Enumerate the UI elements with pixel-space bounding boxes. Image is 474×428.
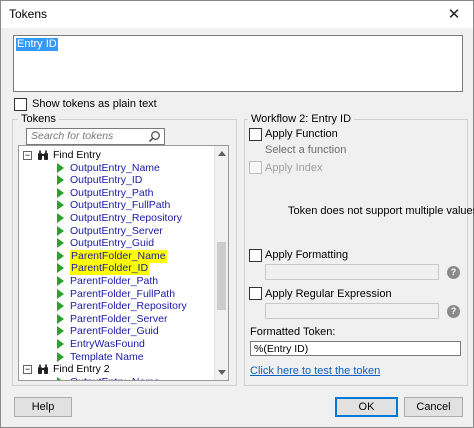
show-plain-text-checkbox[interactable] <box>14 98 27 111</box>
token-search-input[interactable]: Search for tokens <box>26 128 165 145</box>
select-function-text: Select a function <box>265 144 347 156</box>
token-arrow-icon <box>57 187 64 198</box>
cancel-button[interactable]: Cancel <box>404 397 463 417</box>
scroll-down-arrow[interactable] <box>218 370 226 375</box>
apply-function-checkbox[interactable] <box>249 128 262 141</box>
tree-token-label: OutputEntry_Path <box>70 186 154 199</box>
formatting-help-icon[interactable]: ? <box>447 266 460 279</box>
token-arrow-icon <box>57 301 64 312</box>
binoculars-icon <box>38 364 48 375</box>
tree-token-item[interactable]: OutputEntry_ID <box>19 174 215 187</box>
tree-token-item[interactable]: ParentFolder_Guid <box>19 325 215 338</box>
selected-token-text[interactable]: Entry ID <box>16 38 58 51</box>
collapse-toggle-icon[interactable]: − <box>23 365 32 375</box>
tree-token-item[interactable]: OutputEntry_Name <box>19 161 215 175</box>
formatted-token-field[interactable]: %(Entry ID) <box>250 341 461 356</box>
tree-token-item[interactable]: OutputEntry_FullPath <box>19 199 215 212</box>
tree-token-item[interactable]: ParentFolder_Server <box>19 312 215 326</box>
tree-token-label: ParentFolder_FullPath <box>70 287 176 300</box>
title-bar: Tokens ✕ <box>1 1 473 28</box>
tree-token-label: ParentFolder_Name <box>70 249 167 263</box>
test-token-link[interactable]: Click here to test the token <box>250 365 380 377</box>
tree-token-item[interactable]: ParentFolder_FullPath <box>19 287 215 301</box>
tree-token-item[interactable]: OutputEntry_Name <box>19 376 215 380</box>
token-arrow-icon <box>57 213 64 223</box>
token-arrow-icon <box>57 276 64 286</box>
tree-token-label: Template Name <box>70 350 144 363</box>
tree-vertical-scrollbar[interactable] <box>214 146 228 380</box>
apply-index-checkbox[interactable] <box>249 161 262 174</box>
tree-token-item[interactable]: Template Name <box>19 350 215 364</box>
tree-group-label: Find Entry <box>53 149 101 161</box>
token-arrow-icon <box>57 351 64 362</box>
multiple-values-message: Token does not support multiple values. <box>288 205 474 217</box>
tree-token-item[interactable]: ParentFolder_Repository <box>19 300 215 313</box>
token-arrow-icon <box>57 339 64 349</box>
search-icon[interactable] <box>148 130 161 143</box>
token-arrow-icon <box>57 263 64 274</box>
token-arrow-icon <box>57 200 64 211</box>
tree-token-label: ParentFolder_Path <box>70 275 159 287</box>
tree-token-label: OutputEntry_FullPath <box>70 199 171 212</box>
ok-button[interactable]: OK <box>335 397 398 417</box>
close-button[interactable]: ✕ <box>441 3 467 25</box>
tree-token-item[interactable]: ParentFolder_Path <box>19 275 215 288</box>
token-arrow-icon <box>57 313 64 324</box>
regex-input[interactable] <box>265 303 439 319</box>
tree-token-label: ParentFolder_Repository <box>70 300 187 313</box>
tokens-dialog: Tokens ✕ Entry ID Show tokens as plain t… <box>0 0 474 428</box>
apply-formatting-label[interactable]: Apply Formatting <box>265 249 348 261</box>
tree-group-node[interactable]: − Find Entry 2 <box>19 363 215 376</box>
tree-token-label: OutputEntry_Repository <box>70 212 183 224</box>
regex-help-icon[interactable]: ? <box>447 305 460 318</box>
scroll-up-arrow[interactable] <box>218 151 226 156</box>
binoculars-icon <box>38 150 48 160</box>
tree-group-label: Find Entry 2 <box>53 363 110 376</box>
token-tree[interactable]: − Find Entry OutputEntry_Name OutputEntry_I… <box>18 145 229 381</box>
apply-index-label: Apply Index <box>265 162 323 174</box>
dialog-title: Tokens <box>9 7 48 21</box>
tree-token-item[interactable]: OutputEntry_Repository <box>19 212 215 225</box>
token-arrow-icon <box>57 225 64 236</box>
tree-token-item[interactable]: EntryWasFound <box>19 338 215 351</box>
tree-token-item[interactable]: OutputEntry_Path <box>19 186 215 200</box>
token-text-editor[interactable]: Entry ID <box>13 35 463 92</box>
apply-formatting-checkbox[interactable] <box>249 249 262 262</box>
tree-token-label: OutputEntry_Name <box>70 161 160 174</box>
tree-token-label: OutputEntry_Guid <box>70 237 155 250</box>
tree-token-label: OutputEntry_Name <box>70 376 160 380</box>
tree-token-item[interactable]: ParentFolder_Name <box>19 249 215 263</box>
token-arrow-icon <box>57 175 64 186</box>
tree-token-label: OutputEntry_Server <box>70 224 163 237</box>
workflow-group-title: Workflow 2: Entry ID <box>248 113 355 125</box>
tree-group-node[interactable]: − Find Entry <box>19 149 215 162</box>
tree-token-item[interactable]: ParentFolder_ID <box>19 262 215 276</box>
formatted-token-label: Formatted Token: <box>250 326 336 338</box>
token-arrow-icon <box>57 288 64 299</box>
token-arrow-icon <box>57 376 64 380</box>
tree-token-label: ParentFolder_Guid <box>70 325 159 338</box>
tree-token-label: OutputEntry_ID <box>70 174 143 187</box>
search-placeholder: Search for tokens <box>31 130 114 142</box>
token-arrow-icon <box>57 238 64 249</box>
scroll-thumb[interactable] <box>217 242 226 310</box>
collapse-toggle-icon[interactable]: − <box>23 151 32 160</box>
tokens-group-title: Tokens <box>18 113 59 125</box>
tree-token-item[interactable]: OutputEntry_Server <box>19 224 215 238</box>
tree-token-label: ParentFolder_ID <box>70 262 150 276</box>
formatted-token-value: %(Entry ID) <box>254 343 309 355</box>
apply-regex-checkbox[interactable] <box>249 287 262 300</box>
show-plain-text-label[interactable]: Show tokens as plain text <box>32 98 157 110</box>
apply-function-label[interactable]: Apply Function <box>265 128 338 140</box>
help-button[interactable]: Help <box>14 397 72 417</box>
token-arrow-icon <box>57 250 64 261</box>
tree-token-label: EntryWasFound <box>70 338 145 350</box>
tree-token-label: ParentFolder_Server <box>70 312 168 325</box>
apply-regex-label[interactable]: Apply Regular Expression <box>265 288 392 300</box>
token-arrow-icon <box>57 326 64 337</box>
tree-token-item[interactable]: OutputEntry_Guid <box>19 237 215 250</box>
formatting-input[interactable] <box>265 264 439 280</box>
token-arrow-icon <box>57 162 64 173</box>
